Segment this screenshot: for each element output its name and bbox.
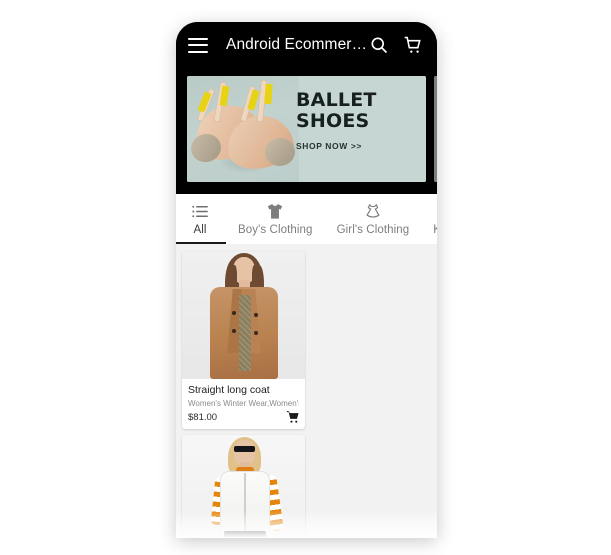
product-info: Straight long coat Women's Winter Wear,W… [182,379,305,429]
banner-text-block: BALLET SHOES SHOP NOW >> [296,89,418,152]
phone-mockup-frame: Android Ecommer… BALLET SHOES SHOP NOW >… [176,22,437,537]
promo-banner-carousel[interactable]: BALLET SHOES SHOP NOW >> [176,68,437,194]
product-image [182,435,305,537]
hamburger-menu-icon[interactable] [188,37,208,53]
banner-slide-next[interactable] [434,76,437,182]
product-image [182,251,305,379]
sunglasses-detail [234,446,255,452]
product-card[interactable]: Quilted gilet hoodie Women's Winter Wear… [182,435,305,537]
add-to-cart-icon[interactable] [286,410,300,424]
search-icon[interactable] [369,35,389,55]
banner-slide-ballet-shoes[interactable]: BALLET SHOES SHOP NOW >> [187,76,426,182]
product-grid: Straight long coat Women's Winter Wear,W… [182,251,431,537]
product-title: Straight long coat [188,384,270,396]
page-title: Android Ecommer… [226,36,368,53]
product-grid-container[interactable]: Straight long coat Women's Winter Wear,W… [176,244,437,537]
tab-girls-clothing[interactable]: Girl's Clothing [325,194,422,244]
screenshot-canvas: Android Ecommer… BALLET SHOES SHOP NOW >… [0,0,611,555]
tab-all-label: All [193,224,207,236]
tab-kids[interactable]: Kid's [421,194,437,244]
product-price: $81.00 [188,412,218,423]
product-category: Women's Winter Wear,Women's [188,399,299,408]
category-tab-bar[interactable]: All Boy's Clothing Girl's Clothing [176,194,437,244]
banner-headline-line1: BALLET [296,89,377,111]
tab-boys-clothing[interactable]: Boy's Clothing [226,194,325,244]
ballet-shoes-photo [187,76,299,182]
kids-icon [436,202,437,221]
tshirt-icon [265,202,285,221]
carousel-track: BALLET SHOES SHOP NOW >> [187,76,437,182]
banner-next-background [434,76,437,182]
banner-headline-line2: SHOES [296,110,370,132]
list-icon [190,202,210,221]
app-bar-actions [369,35,425,55]
product-card[interactable]: Straight long coat Women's Winter Wear,W… [182,251,305,429]
dress-icon [363,202,383,221]
app-bar: Android Ecommer… [176,22,437,68]
tab-all[interactable]: All [176,194,226,244]
tab-girls-clothing-label: Girl's Clothing [336,224,410,236]
banner-cta-label[interactable]: SHOP NOW >> [296,141,418,151]
tab-boys-clothing-label: Boy's Clothing [238,224,313,236]
tab-kids-label: Kid's [433,224,437,236]
app-content-scroll[interactable]: BALLET SHOES SHOP NOW >> All Boy's Cloth… [176,68,437,537]
shopping-cart-icon[interactable] [403,35,423,55]
